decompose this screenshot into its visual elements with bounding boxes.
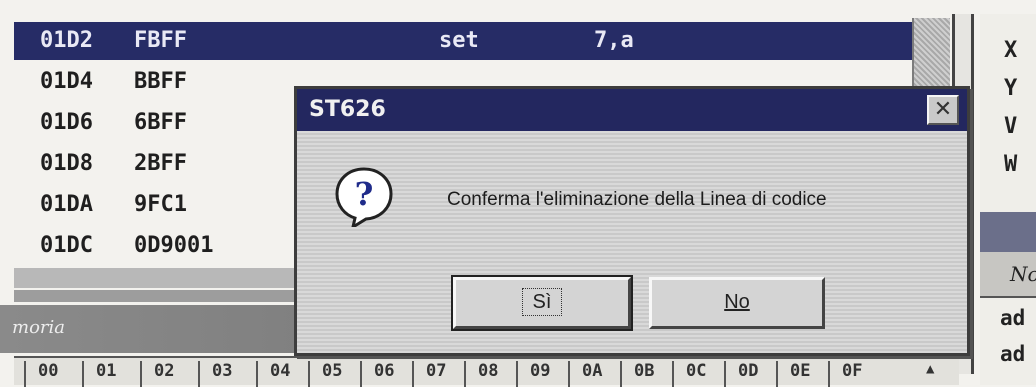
memory-column-label: 08	[464, 361, 498, 387]
code-address: 01DA	[40, 192, 93, 217]
code-address: 01DC	[40, 233, 93, 258]
register-label: V	[1004, 114, 1018, 139]
svg-text:?: ?	[355, 175, 374, 213]
register-panel: X Y V W No ad ad	[980, 14, 1036, 385]
memory-column-label: 02	[140, 361, 174, 387]
memory-column-label: 00	[24, 361, 58, 387]
code-bytes: 6BFF	[134, 110, 187, 135]
memory-column-label: 09	[516, 361, 550, 387]
code-address: 01D2	[40, 28, 93, 53]
dialog-title-bar[interactable]: ST626 ✕	[297, 89, 967, 131]
close-icon[interactable]: ✕	[927, 95, 959, 125]
memory-column-label: 01	[82, 361, 116, 387]
memory-panel-title: moria	[12, 317, 65, 338]
memory-column-label: 06	[360, 361, 394, 387]
no-button-label: No	[724, 291, 750, 313]
code-bytes: FBFF	[134, 28, 187, 53]
right-panel-line: ad	[1000, 306, 1026, 330]
confirm-dialog: ST626 ✕ ? Conferma l'eliminazione della …	[294, 86, 970, 356]
dialog-title: ST626	[309, 97, 386, 122]
code-address: 01D6	[40, 110, 93, 135]
memory-column-label: 04	[256, 361, 290, 387]
code-row[interactable]: 01D2 FBFF set 7,a	[14, 22, 914, 60]
register-label: W	[1004, 152, 1018, 177]
memory-column-header: 00 01 02 03 04 05 06 07 08 09 0A 0B 0C 0…	[14, 356, 959, 387]
register-label: Y	[1004, 76, 1018, 101]
code-bytes: 0D9001	[134, 233, 214, 258]
no-button[interactable]: No	[649, 277, 825, 329]
code-operand: 7,a	[594, 28, 634, 53]
code-bytes: BBFF	[134, 69, 187, 94]
panel-header-label: No	[1010, 262, 1036, 286]
register-label: X	[1004, 38, 1018, 63]
memory-column-label: 0E	[776, 361, 810, 387]
right-panel-line: ad	[1000, 342, 1026, 366]
memory-column-label: 0F	[828, 361, 862, 387]
code-bytes: 2BFF	[134, 151, 187, 176]
scroll-up-arrow-icon[interactable]: ▲	[926, 361, 934, 377]
code-mnemonic: set	[439, 28, 479, 53]
memory-column-label: 0C	[672, 361, 706, 387]
dialog-message: Conferma l'eliminazione della Linea di c…	[447, 189, 827, 210]
panel-image	[980, 212, 1036, 252]
memory-column-label: 0D	[724, 361, 758, 387]
code-address: 01D4	[40, 69, 93, 94]
memory-column-label: 05	[308, 361, 342, 387]
code-bytes: 9FC1	[134, 192, 187, 217]
memory-column-label: 03	[198, 361, 232, 387]
yes-button-label: Sì	[521, 288, 563, 316]
memory-column-label: 0B	[620, 361, 654, 387]
yes-button[interactable]: Sì	[451, 275, 633, 331]
memory-column-label: 0A	[568, 361, 602, 387]
memory-column-label: 07	[412, 361, 446, 387]
code-address: 01D8	[40, 151, 93, 176]
question-icon: ?	[335, 167, 393, 227]
